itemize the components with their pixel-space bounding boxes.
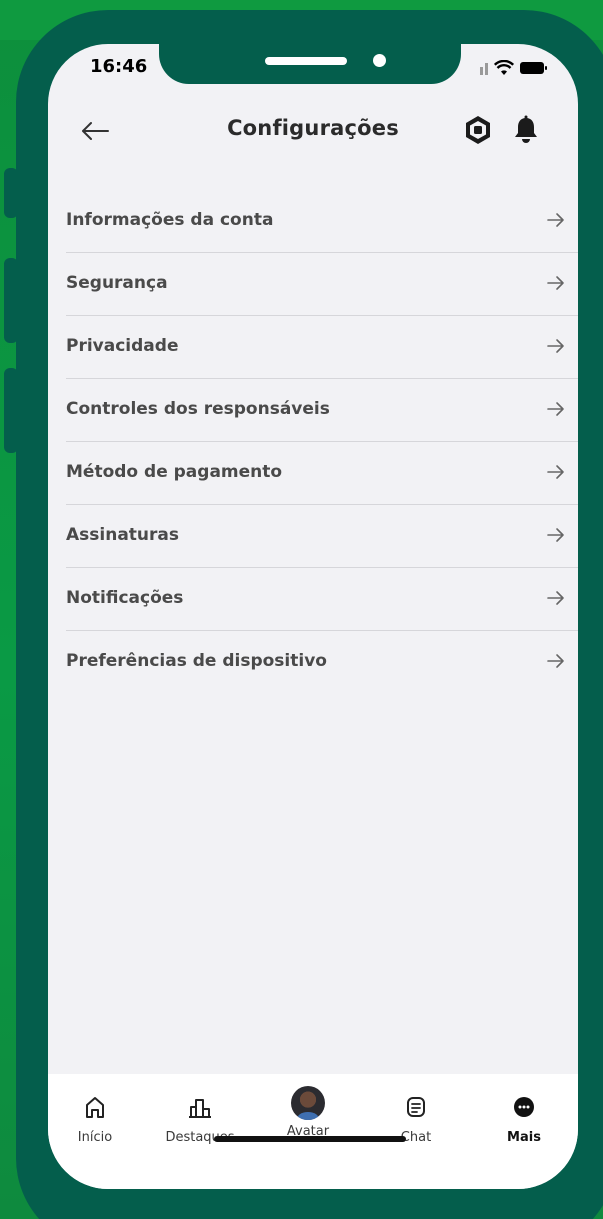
app-header: Configurações	[48, 106, 578, 156]
nav-label: Início	[77, 1130, 113, 1145]
settings-item-label: Notificações	[66, 588, 184, 608]
page-title: Configurações	[227, 116, 399, 140]
wifi-icon	[494, 60, 514, 75]
robux-icon[interactable]	[462, 114, 494, 146]
signal-icon	[480, 63, 488, 75]
settings-item-label: Controles dos responsáveis	[66, 399, 330, 419]
status-time: 16:46	[90, 56, 148, 77]
settings-list: Informações da conta Segurança Privacida…	[66, 190, 578, 694]
bell-icon[interactable]	[513, 115, 539, 145]
nav-item-more[interactable]: Mais	[479, 1092, 569, 1145]
home-icon	[86, 1097, 104, 1118]
home-indicator	[214, 1136, 406, 1142]
avatar-icon	[291, 1086, 325, 1120]
settings-item-account-info[interactable]: Informações da conta	[66, 190, 578, 253]
arrow-right-icon	[547, 213, 564, 227]
arrow-right-icon	[547, 528, 564, 542]
nav-item-avatar[interactable]: Avatar	[263, 1086, 353, 1139]
phone-screen: 16:46 Configurações Informações da conta…	[48, 44, 578, 1189]
settings-item-notifications[interactable]: Notificações	[66, 568, 578, 631]
settings-item-privacy[interactable]: Privacidade	[66, 316, 578, 379]
settings-item-security[interactable]: Segurança	[66, 253, 578, 316]
status-icons	[480, 60, 548, 76]
nav-item-home[interactable]: Início	[50, 1092, 140, 1145]
settings-item-label: Preferências de dispositivo	[66, 651, 327, 671]
settings-item-device-preferences[interactable]: Preferências de dispositivo	[66, 631, 578, 694]
settings-item-label: Segurança	[66, 273, 168, 293]
settings-item-payment-method[interactable]: Método de pagamento	[66, 442, 578, 505]
speaker-grille	[265, 57, 347, 65]
settings-item-parental-controls[interactable]: Controles dos responsáveis	[66, 379, 578, 442]
settings-item-label: Privacidade	[66, 336, 179, 356]
bottom-navigation: Início Destaques Avatar Chat Mais	[48, 1074, 578, 1189]
arrow-right-icon	[547, 339, 564, 353]
charts-icon	[189, 1099, 211, 1118]
front-camera	[373, 54, 386, 67]
arrow-right-icon	[547, 591, 564, 605]
more-icon	[514, 1097, 534, 1117]
settings-item-label: Assinaturas	[66, 525, 179, 545]
battery-icon	[520, 62, 547, 74]
arrow-right-icon	[547, 465, 564, 479]
phone-notch	[159, 44, 461, 84]
arrow-right-icon	[547, 402, 564, 416]
settings-item-label: Informações da conta	[66, 210, 274, 230]
chat-icon	[407, 1097, 425, 1117]
settings-item-subscriptions[interactable]: Assinaturas	[66, 505, 578, 568]
settings-item-label: Método de pagamento	[66, 462, 283, 482]
arrow-right-icon	[547, 276, 564, 290]
arrow-right-icon	[547, 654, 564, 668]
nav-label: Mais	[507, 1130, 541, 1145]
